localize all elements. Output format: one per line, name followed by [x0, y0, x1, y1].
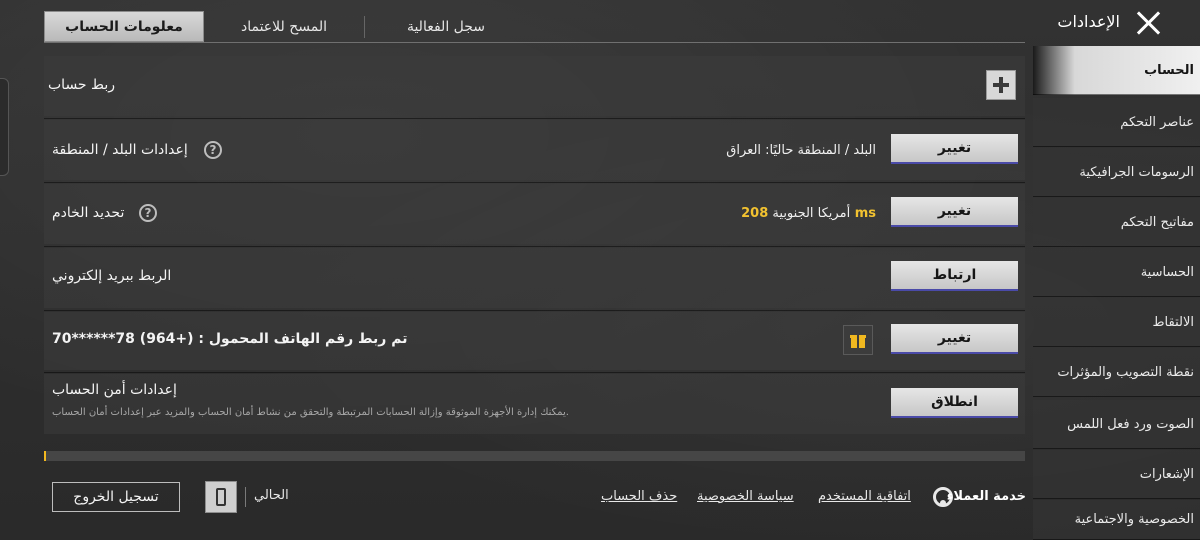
page-title: الإعدادات — [1057, 12, 1120, 31]
current-device-label: الحالي — [254, 488, 289, 503]
launch-security-button[interactable]: انطلاق — [891, 388, 1018, 418]
sidebar-item-graphics[interactable]: الرسومات الجرافيكية — [1033, 148, 1200, 197]
country-region-label: إعدادات البلد / المنطقة — [52, 142, 188, 158]
country-region-row — [44, 120, 1025, 180]
sidebar-item-control-keys[interactable]: مفاتيح التحكم — [1033, 198, 1200, 247]
sidebar-item-audio-haptics[interactable]: الصوت ورد فعل اللمس — [1033, 400, 1200, 449]
sidebar-item-pickup[interactable]: الالتقاط — [1033, 298, 1200, 347]
help-icon[interactable]: ? — [139, 204, 157, 222]
server-value: أمريكا الجنوبية 208 ms — [741, 206, 876, 221]
sidebar-item-privacy-social[interactable]: الخصوصية والاجتماعية — [1033, 500, 1200, 540]
link-email-button[interactable]: ارتباط — [891, 261, 1018, 291]
link-account-label: ربط حساب — [48, 77, 115, 93]
close-icon[interactable] — [1134, 9, 1162, 37]
sidebar-item-account[interactable]: الحساب — [1033, 46, 1200, 95]
row-divider — [44, 310, 1025, 311]
privacy-policy-link[interactable]: سياسة الخصوصية — [697, 489, 794, 504]
change-server-button[interactable]: تغيير — [891, 197, 1018, 227]
logout-button[interactable]: تسجيل الخروج — [52, 482, 180, 512]
security-description: يمكنك إدارة الأجهزة الموثوقة وإزالة الحس… — [52, 407, 569, 418]
server-label: تحديد الخادم — [52, 205, 125, 221]
change-phone-button[interactable]: تغيير — [891, 324, 1018, 354]
row-divider — [44, 372, 1025, 373]
country-region-value: البلد / المنطقة حاليًا: العراق — [726, 143, 876, 158]
phone-label: تم ربط رقم الهاتف المحمول : (+964) 78***… — [52, 331, 408, 347]
change-country-button[interactable]: تغيير — [891, 134, 1018, 164]
tab-underline — [44, 42, 1025, 43]
gift-icon[interactable] — [843, 325, 873, 355]
phone-device-icon — [205, 481, 237, 513]
sidebar-item-sensitivity[interactable]: الحساسية — [1033, 248, 1200, 297]
help-icon[interactable]: ? — [204, 141, 222, 159]
delete-account-link[interactable]: حذف الحساب — [601, 489, 677, 504]
sidebar-item-controls[interactable]: عناصر التحكم — [1033, 98, 1200, 147]
left-panel-handle[interactable] — [0, 78, 9, 176]
tab-activity-log[interactable]: سجل الفعالية — [366, 11, 526, 42]
scrollbar-thumb[interactable] — [44, 451, 46, 461]
server-region: أمريكا الجنوبية — [772, 206, 851, 221]
sidebar-item-notifications[interactable]: الإشعارات — [1033, 450, 1200, 499]
security-label: إعدادات أمن الحساب — [52, 382, 177, 398]
server-row — [44, 184, 1025, 244]
sidebar-item-crosshair-effects[interactable]: نقطة التصويب والمؤثرات — [1033, 348, 1200, 397]
horizontal-scrollbar[interactable] — [44, 451, 1025, 461]
email-label: الربط ببريد إلكتروني — [52, 268, 172, 284]
customer-service-link[interactable]: خدمة العملاء — [947, 489, 1026, 504]
security-row — [44, 374, 1025, 434]
email-row — [44, 248, 1025, 308]
row-divider — [44, 182, 1025, 183]
link-account-row: ربط حساب — [44, 56, 1025, 116]
tab-account-info[interactable]: معلومات الحساب — [44, 11, 204, 42]
tab-scan-authorize[interactable]: المسح للاعتماد — [204, 11, 364, 42]
gift-ribbon — [857, 335, 859, 348]
add-account-button[interactable] — [986, 70, 1016, 100]
row-divider — [44, 246, 1025, 247]
row-divider — [44, 118, 1025, 119]
tab-divider — [364, 16, 365, 38]
footer-divider — [245, 487, 246, 507]
user-agreement-link[interactable]: اتفاقية المستخدم — [818, 489, 911, 504]
